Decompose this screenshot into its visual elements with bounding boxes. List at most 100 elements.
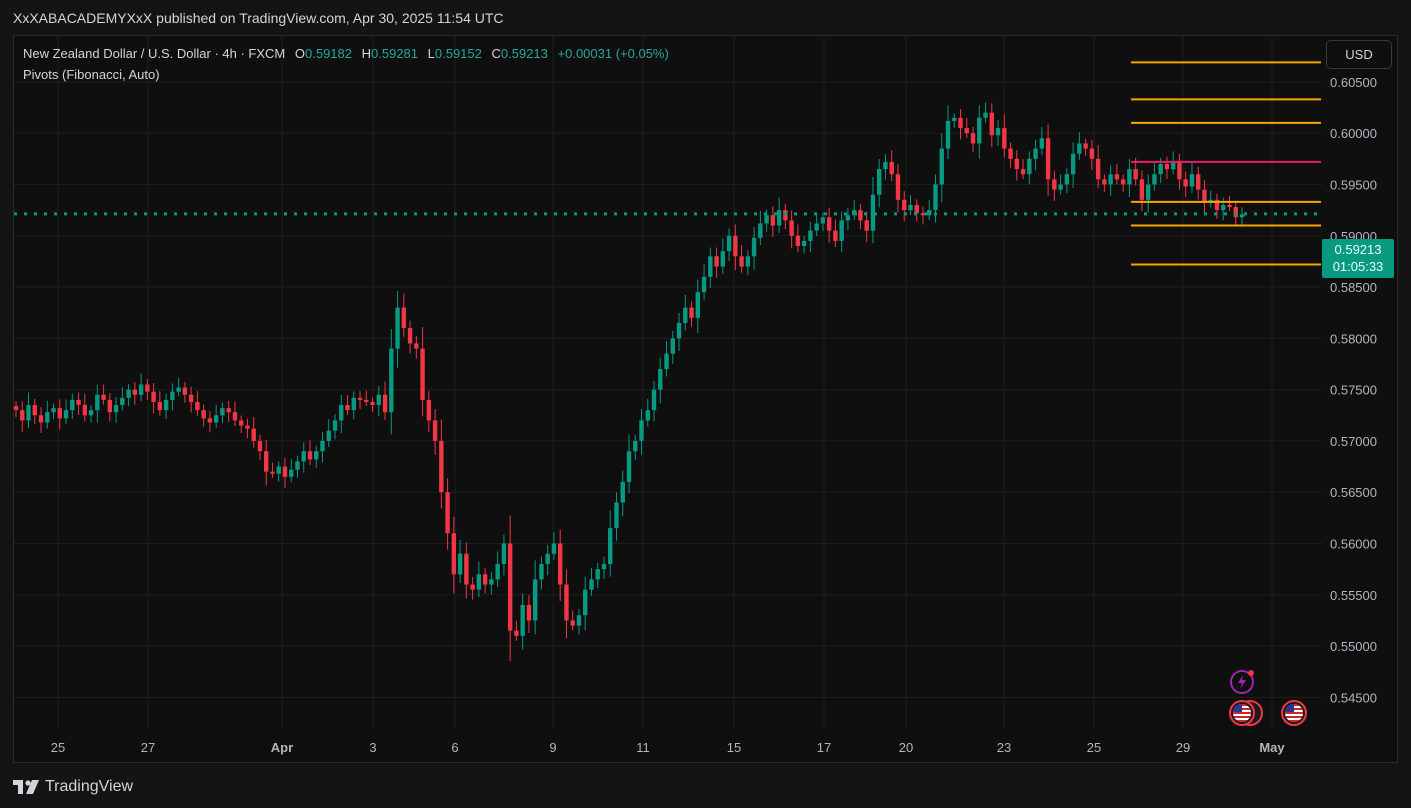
last-price-value: 0.59213 [1334,242,1382,257]
publish-attribution: XxXABACADEMYXxX published on TradingView… [13,10,504,26]
candle-body [739,256,744,267]
candle-body [633,440,638,452]
close-label: C [491,46,501,61]
y-axis-tick-label: 0.56000 [1330,536,1377,551]
y-axis-tick-label: 0.54500 [1330,690,1377,705]
candle-body [1227,204,1232,208]
us-flag-icon[interactable] [1280,699,1308,727]
candle-body [389,348,394,413]
candle-body [314,451,319,460]
candle-body [895,174,901,200]
candle-body [1127,169,1132,185]
candle-body [701,276,707,293]
candle-body [489,579,494,585]
candle-body [601,564,607,570]
chart-legend: New Zealand Dollar / U.S. Dollar · 4h · … [23,45,669,87]
candle-body [670,338,675,354]
currency-button[interactable]: USD [1326,40,1392,69]
candle-body [664,353,669,370]
low-value: 0.59152 [434,46,482,61]
candle-body [495,564,500,580]
x-axis-tick-label: 20 [899,740,913,755]
y-axis-tick-label: 0.56500 [1330,485,1377,500]
indicator-title[interactable]: Pivots (Fibonacci, Auto) [23,67,160,82]
candle-body [120,397,125,406]
candle-body [808,230,813,241]
candle-body [714,256,719,267]
brand-name: TradingView [45,778,134,795]
y-axis-tick-label: 0.57500 [1330,383,1377,398]
candle-body [1045,138,1051,180]
candle-body [426,399,432,421]
candle-body [570,620,575,626]
candle-body [1058,184,1063,190]
candle-body [451,533,457,575]
candle-body [608,528,613,565]
candle-body [464,553,469,585]
bar-countdown: 01:05:33 [1332,259,1384,274]
candle-body [238,420,244,426]
candle-body [1095,158,1101,180]
candle-body [70,399,75,411]
x-axis-tick-label: 23 [997,740,1011,755]
candle-body [264,451,269,472]
candle-body [858,210,863,221]
candle-body [1221,204,1226,211]
chart-area[interactable]: 0.610000.605000.600000.595000.590000.585… [13,35,1398,763]
candle-body [226,408,231,413]
candle-body [20,410,25,421]
candle-body [163,399,169,411]
candle-body [745,256,751,267]
candle-body [626,451,632,482]
candle-body [977,117,982,144]
symbol-title[interactable]: New Zealand Dollar / U.S. Dollar · 4h · … [23,46,285,61]
candle-body [257,440,263,452]
candle-body [470,584,475,590]
candle-body [301,451,306,462]
candle-body [220,408,225,416]
candle-body [276,466,281,474]
x-axis-tick-label: 9 [549,740,556,755]
candle-body [1070,153,1076,175]
x-axis-tick-label: 29 [1176,740,1190,755]
candle-body [482,574,488,585]
x-axis-tick-label: 11 [636,740,650,755]
candle-body [307,451,313,460]
candle-body [1014,158,1020,170]
candle-body [877,169,882,195]
candle-body [1239,214,1245,218]
open-label: O [294,46,305,61]
candle-body [708,256,713,277]
candle-body [1008,148,1013,159]
y-axis-tick-label: 0.55000 [1330,639,1377,654]
candle-body [939,148,944,185]
candle-body [38,415,44,423]
candle-body [902,199,907,211]
candle-body [201,410,206,419]
candle-body [576,615,582,626]
candle-body [726,235,732,252]
candlestick-chart[interactable]: 0.610000.605000.600000.595000.590000.585… [14,36,1399,764]
candle-body [476,574,482,590]
candle-body [232,412,238,421]
candle-body [958,117,963,129]
candle-body [501,543,507,565]
candle-body [270,471,275,474]
candle-body [395,307,400,349]
tradingview-logo[interactable]: TradingView [13,776,133,798]
candle-body [933,184,938,211]
candle-body [1164,163,1170,170]
candle-body [1108,174,1113,185]
candle-body [138,384,144,395]
lightning-icon[interactable] [1229,669,1257,695]
us-flag-icon[interactable] [1228,699,1264,727]
candle-body [595,569,600,580]
candle-body [1145,184,1151,200]
candle-body [989,112,994,136]
candle-body [526,605,532,621]
candle-body [1039,138,1045,149]
y-axis-tick-label: 0.59500 [1330,177,1377,192]
candle-body [514,630,519,636]
candle-body [733,235,738,257]
candle-body [776,210,782,226]
